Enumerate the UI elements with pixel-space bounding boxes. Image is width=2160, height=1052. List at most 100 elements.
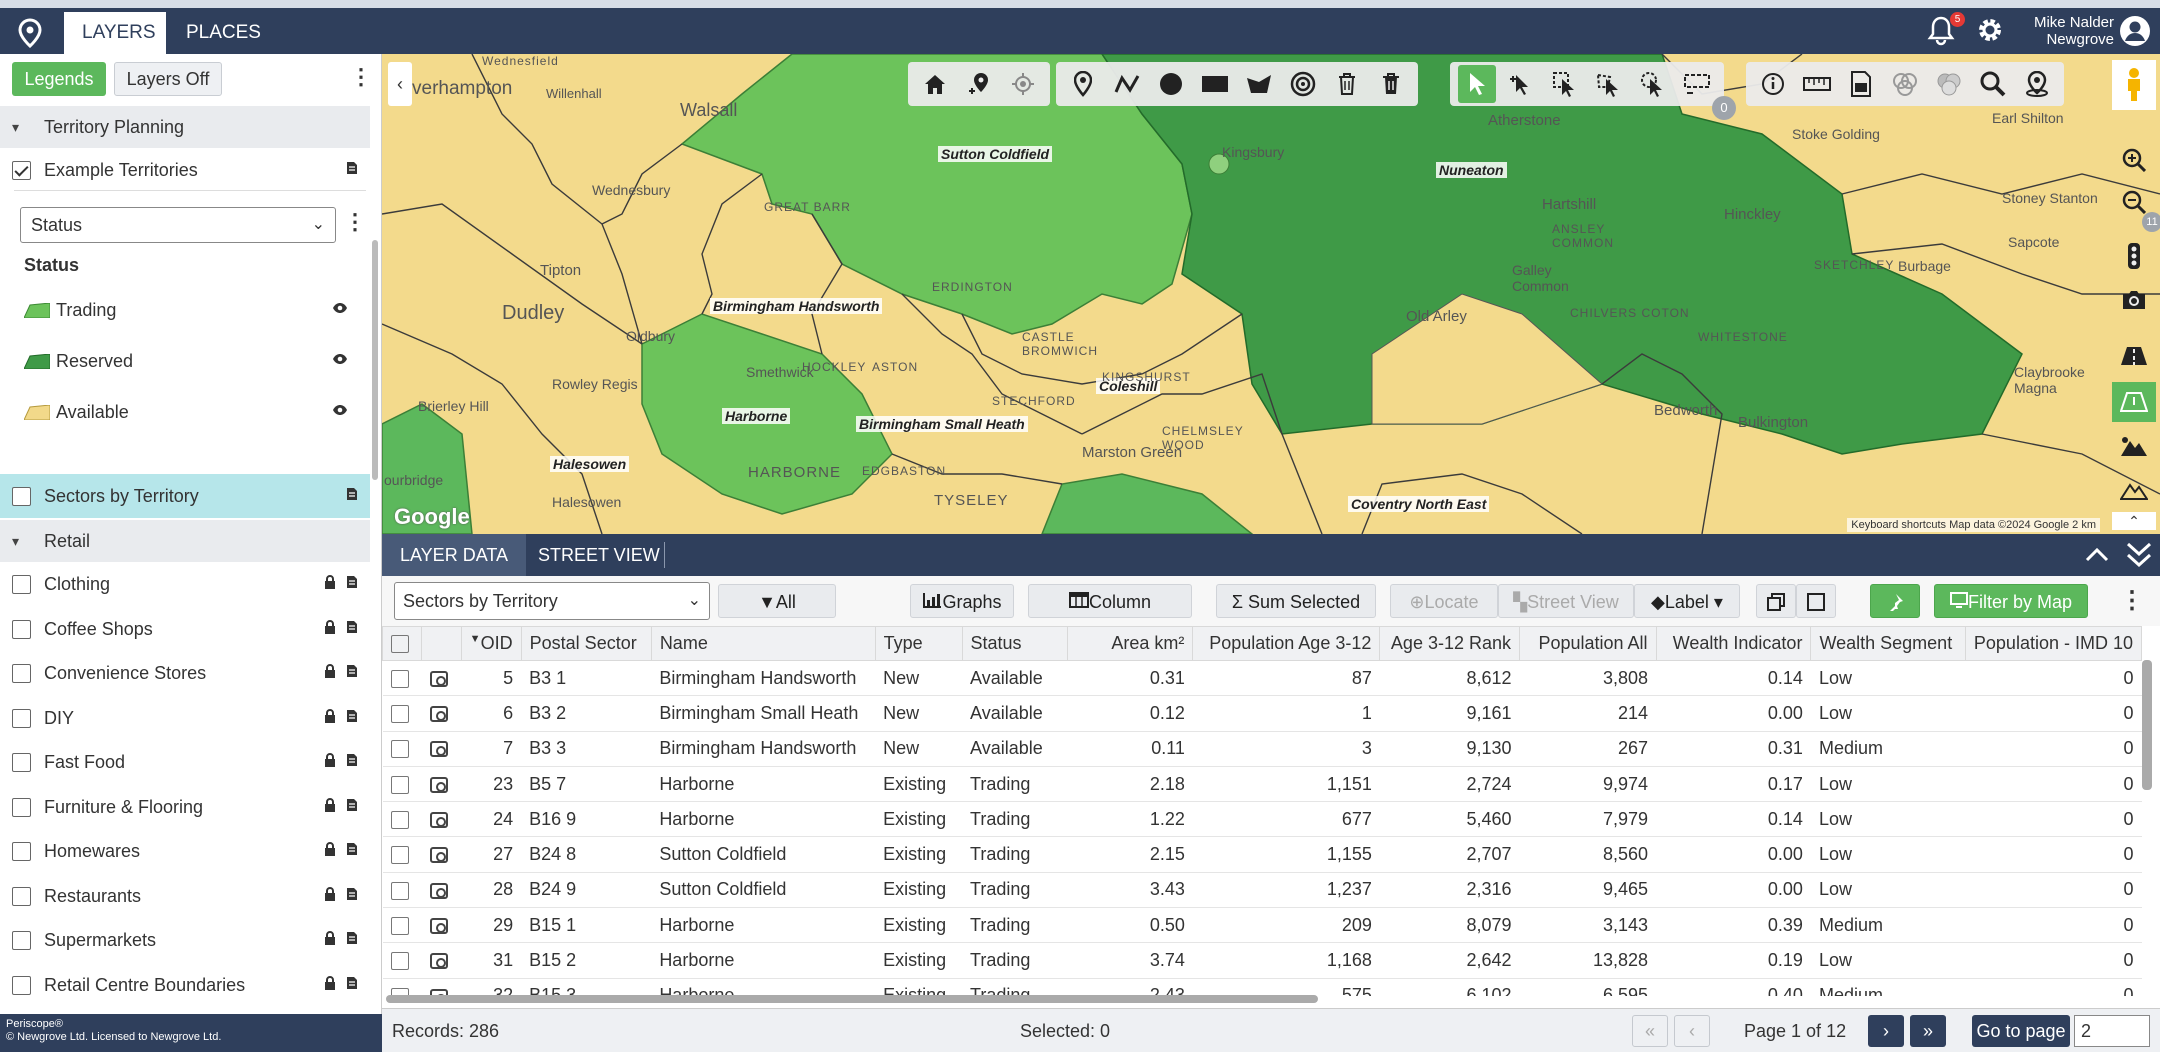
visibility-eye-icon[interactable] <box>332 352 348 368</box>
row-select-cell[interactable] <box>382 907 422 944</box>
legend-field-select[interactable]: Status ⌄ <box>20 207 336 243</box>
row-checkbox[interactable] <box>390 705 409 724</box>
zoom-to-record-icon[interactable] <box>429 776 448 793</box>
circle-icon[interactable] <box>1152 65 1190 103</box>
document-icon[interactable] <box>346 740 358 784</box>
select-radius-icon[interactable] <box>1634 65 1672 103</box>
row-select-cell[interactable] <box>382 872 422 909</box>
more-options-icon[interactable]: ⋮ <box>2120 586 2144 615</box>
document-icon[interactable] <box>346 829 358 873</box>
measure-ruler-icon[interactable] <box>1798 65 1836 103</box>
table-row[interactable]: 23 B5 7 Harborne Existing Trading 2.18 1,151 2,… <box>382 766 2142 803</box>
rectangle-icon[interactable] <box>1196 65 1234 103</box>
layer-checkbox[interactable] <box>12 619 31 639</box>
pin-icon[interactable] <box>1064 65 1102 103</box>
column-header[interactable]: Area km² <box>1067 626 1194 661</box>
label-button[interactable]: ◆Label ▾ <box>1634 584 1740 618</box>
periscope-logo-icon[interactable] <box>8 13 52 53</box>
select-all-cell[interactable] <box>382 626 423 661</box>
column-groups-button[interactable]: Column Groups <box>1028 584 1192 646</box>
all-records-filter-button[interactable]: ▼All Records ▾ <box>718 584 836 646</box>
column-header[interactable]: Population Age 3-12 <box>1192 626 1381 661</box>
table-row[interactable]: 5 B3 1 Birmingham Handsworth New Available 0.… <box>382 660 2142 697</box>
row-zoom-cell[interactable] <box>421 942 462 979</box>
visibility-eye-icon[interactable] <box>332 301 348 317</box>
select-add-icon[interactable] <box>1502 65 1540 103</box>
layer-row[interactable]: Furniture & Flooring <box>0 785 370 829</box>
row-select-cell[interactable] <box>382 978 422 996</box>
layer-row[interactable]: Coffee Shops <box>0 607 370 651</box>
column-header[interactable]: Postal Sector <box>520 626 652 661</box>
layer-row[interactable]: Convenience Stores <box>0 651 370 695</box>
row-checkbox[interactable] <box>390 881 409 900</box>
layer-checkbox[interactable] <box>12 487 31 506</box>
row-zoom-cell[interactable] <box>421 801 462 838</box>
zoom-to-record-icon[interactable] <box>429 953 448 970</box>
zoom-to-record-icon[interactable] <box>429 882 448 899</box>
road-map-icon[interactable] <box>2112 336 2156 376</box>
zoom-to-record-icon[interactable] <box>429 741 448 758</box>
layer-row[interactable]: Fast Food <box>0 740 370 784</box>
polyline-icon[interactable] <box>1108 65 1146 103</box>
graphs-button[interactable]: Graphs <box>910 584 1014 618</box>
zoom-to-record-icon[interactable] <box>429 670 448 687</box>
tab-places[interactable]: PLACES <box>168 12 279 54</box>
terrain-icon[interactable] <box>2112 426 2156 466</box>
row-select-cell[interactable] <box>382 695 422 732</box>
row-select-cell[interactable] <box>382 660 422 697</box>
row-select-cell[interactable] <box>382 731 422 767</box>
collapse-panel-button[interactable]: ‹ <box>388 62 412 106</box>
left-panel-scrollbar[interactable] <box>372 240 378 480</box>
delete-all-icon[interactable] <box>1372 65 1410 103</box>
column-header[interactable]: Status <box>961 626 1069 661</box>
territory-polygons[interactable] <box>382 54 2160 534</box>
column-header[interactable]: Age 3-12 Rank <box>1379 626 1520 661</box>
row-checkbox[interactable] <box>390 916 409 935</box>
visibility-eye-icon[interactable] <box>332 403 348 419</box>
previous-page-icon[interactable]: ‹ <box>1674 1015 1710 1047</box>
layer-checkbox[interactable] <box>12 931 31 950</box>
copy-icon[interactable] <box>1756 584 1796 618</box>
table-row[interactable]: 24 B16 9 Harborne Existing Trading 1.22 677 5,4… <box>382 801 2142 838</box>
row-checkbox[interactable] <box>390 811 409 830</box>
locate-button[interactable]: ⊕Locate <box>1390 584 1498 618</box>
table-row[interactable]: 28 B24 9 Sutton Coldfield Existing Trading 3.… <box>382 872 2142 909</box>
row-checkbox[interactable] <box>390 775 409 794</box>
venn-disabled-icon[interactable] <box>1930 65 1968 103</box>
row-zoom-cell[interactable] <box>421 695 462 732</box>
document-icon[interactable] <box>346 874 358 918</box>
row-zoom-cell[interactable] <box>421 872 462 909</box>
section-retail[interactable]: ▾ Retail <box>0 520 370 562</box>
layer-checkbox[interactable] <box>12 886 31 906</box>
filter-by-map-button[interactable]: Filter by Map <box>1934 584 2088 618</box>
home-icon[interactable] <box>916 65 954 103</box>
street-view-pegman-icon[interactable] <box>2112 60 2156 110</box>
pin-panel-icon[interactable] <box>1870 584 1920 618</box>
column-header[interactable]: Name <box>650 626 876 661</box>
layer-checkbox[interactable] <box>12 842 31 861</box>
user-info[interactable]: Mike Nalder Newgrove <box>2010 14 2114 48</box>
row-zoom-cell[interactable] <box>421 660 462 697</box>
street-view-button[interactable]: ▚Street View <box>1498 584 1634 618</box>
document-icon[interactable] <box>346 696 358 740</box>
layer-row[interactable]: Supermarkets <box>0 918 370 962</box>
last-page-icon[interactable]: » <box>1910 1015 1946 1047</box>
row-select-cell[interactable] <box>382 942 422 979</box>
checkbox-toggle-icon[interactable] <box>1796 584 1836 618</box>
table-row[interactable]: 27 B24 8 Sutton Coldfield Existing Trading 2.… <box>382 836 2142 873</box>
row-checkbox[interactable] <box>390 740 409 759</box>
more-options-icon[interactable]: ⋮ <box>350 64 372 90</box>
radius-icon[interactable] <box>1284 65 1322 103</box>
zoom-to-record-icon[interactable] <box>429 706 448 723</box>
layer-checkbox[interactable] <box>12 797 31 817</box>
double-chevron-down-icon[interactable] <box>2124 538 2154 572</box>
layer-sectors-by-territory[interactable]: Sectors by Territory <box>0 474 370 518</box>
layer-checkbox[interactable] <box>12 753 31 772</box>
layer-row[interactable]: Restaurants <box>0 874 370 918</box>
info-icon[interactable] <box>1754 65 1792 103</box>
zoom-in-icon[interactable] <box>2112 140 2156 180</box>
column-header[interactable]: Type <box>874 626 963 661</box>
row-checkbox[interactable] <box>390 669 409 688</box>
territory-map-icon[interactable] <box>2112 382 2156 422</box>
clear-selection-icon[interactable] <box>1678 65 1716 103</box>
